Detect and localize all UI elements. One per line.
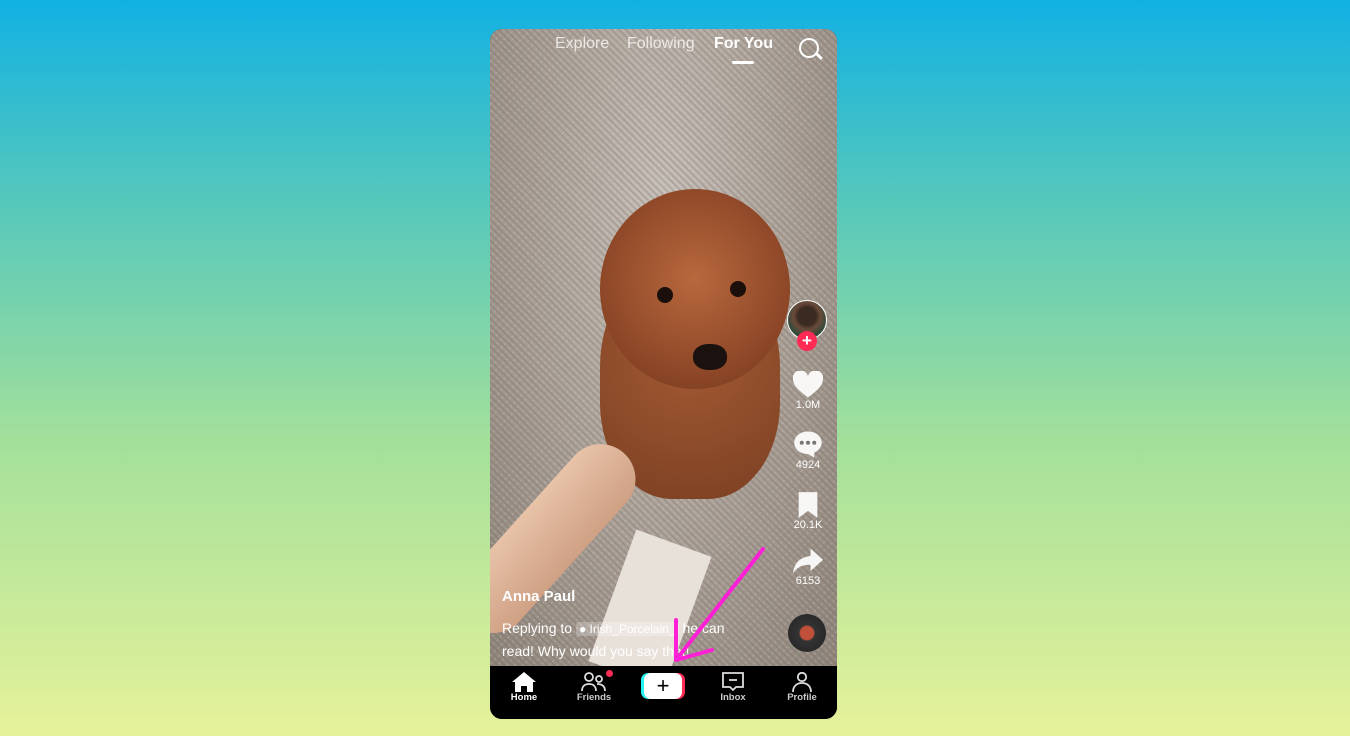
annotation-arrow: [674, 547, 765, 662]
